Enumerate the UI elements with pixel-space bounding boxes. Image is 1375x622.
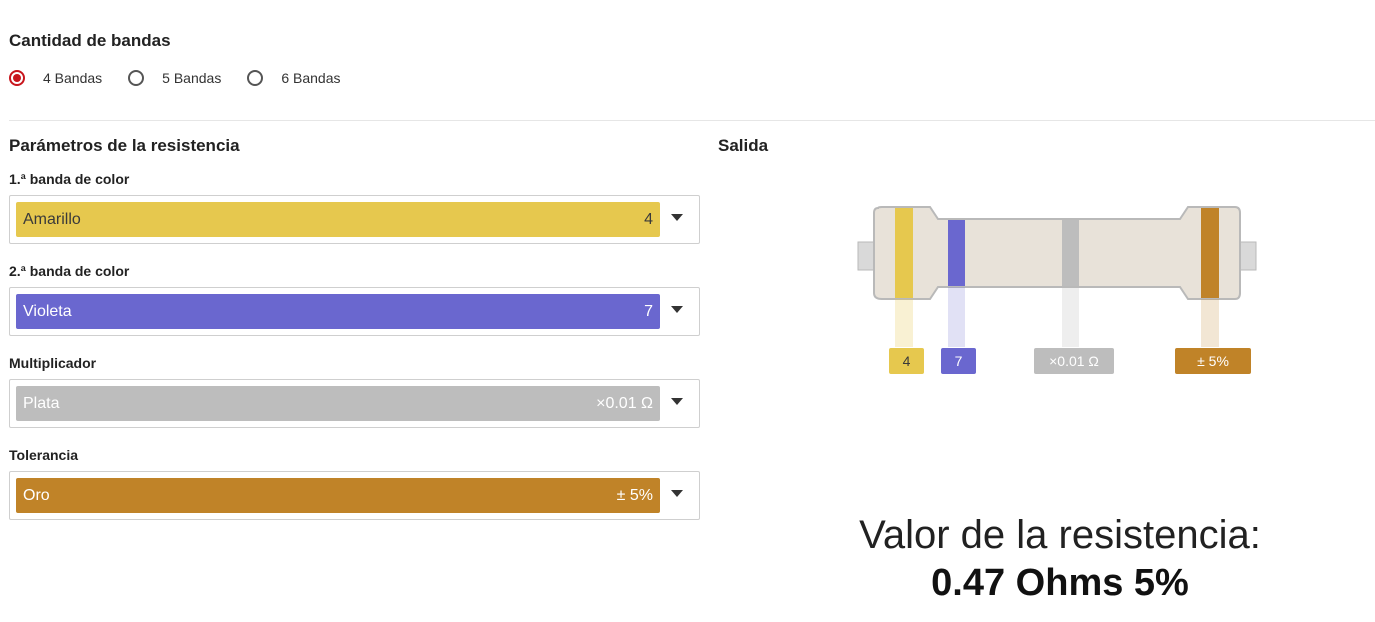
band2-value: 7 [644,302,653,320]
radio-label: 5 Bandas [162,70,222,86]
multiplier-value: ×0.01 Ω [596,394,653,412]
radio-5-bandas[interactable]: 5 Bandas [128,70,221,86]
band2-color-name: Violeta [23,302,72,320]
tolerance-color-name: Oro [23,486,50,504]
band2-select[interactable]: Violeta 7 [9,287,700,336]
band2-stripe [948,220,965,286]
multiplier-label: Multiplicador [9,355,97,371]
radio-label: 4 Bandas [43,70,103,86]
multiplier-select-fill: Plata ×0.01 Ω [16,386,660,421]
radio-unchecked-icon[interactable] [128,70,145,86]
band1-label: 1.ª banda de color [9,171,130,187]
tolerance-label: Tolerancia [9,447,78,463]
resistor-body [873,206,1241,300]
tolerance-value: ± 5% [616,486,653,504]
radio-label: 6 Bandas [281,70,341,86]
result-value: 0.47 Ohms 5% [931,562,1189,604]
chevron-down-icon[interactable] [671,214,683,221]
tolerance-select-fill: Oro ± 5% [16,478,660,513]
multiplier-color-name: Plata [23,394,60,412]
multiplier-select[interactable]: Plata ×0.01 Ω [9,379,700,428]
radio-6-bandas[interactable]: 6 Bandas [247,70,341,86]
chevron-down-icon[interactable] [671,306,683,313]
section-divider [9,120,1375,121]
radio-checked-icon[interactable] [9,70,25,86]
resistor-calculator: Cantidad de bandas 4 Bandas 5 Bandas 6 B… [0,0,1375,622]
output-title: Salida [718,136,769,155]
multiplier-guide [1062,287,1079,347]
tolerance-tag-text: ± 5% [1197,353,1229,369]
band-count-title: Cantidad de bandas [9,31,171,50]
band-count-radio-group: 4 Bandas 5 Bandas 6 Bandas [9,70,367,86]
band1-select-fill: Amarillo 4 [16,202,660,237]
band1-color-name: Amarillo [23,210,81,228]
resistor-lead-right [1238,241,1257,271]
multiplier-tag-text: ×0.01 Ω [1049,353,1099,369]
chevron-down-icon[interactable] [671,398,683,405]
band1-select[interactable]: Amarillo 4 [9,195,700,244]
chevron-down-icon[interactable] [671,490,683,497]
band1-guide [895,299,913,347]
band1-tag-text: 4 [903,353,911,369]
multiplier-stripe [1062,220,1079,286]
band2-select-fill: Violeta 7 [16,294,660,329]
radio-4-bandas[interactable]: 4 Bandas [9,70,102,86]
radio-unchecked-icon[interactable] [247,70,264,86]
band2-tag-text: 7 [955,353,963,369]
result-label: Valor de la resistencia: [859,513,1261,557]
parameters-title: Parámetros de la resistencia [9,136,240,155]
band1-stripe [895,208,913,298]
resistor-diagram: 4 7 ×0.01 Ω ± 5% [857,206,1257,374]
band2-label: 2.ª banda de color [9,263,130,279]
tolerance-select[interactable]: Oro ± 5% [9,471,700,520]
band2-guide [948,287,965,347]
tolerance-stripe [1201,208,1219,298]
tolerance-guide [1201,299,1219,347]
band1-value: 4 [644,210,653,228]
